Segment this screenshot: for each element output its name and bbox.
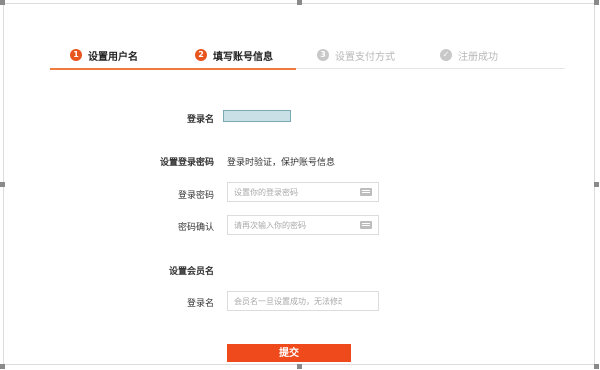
confirm-password-input[interactable] [228, 216, 348, 234]
step-number-badge: 2 [195, 49, 207, 61]
password-section-hint: 登录时验证，保护账号信息 [227, 158, 336, 168]
resize-handle-top-left[interactable] [0, 0, 5, 5]
step-label: 填写账号信息 [213, 51, 273, 63]
member-name-label: 登录名 [186, 299, 214, 309]
member-section-label: 设置会员名 [168, 267, 214, 277]
resize-handle-bottom-left[interactable] [0, 364, 5, 369]
step-set-payment: 3 设置支付方式 [317, 44, 395, 66]
resize-handle-top-center[interactable] [297, 0, 302, 5]
confirm-password-label: 密码确认 [177, 223, 214, 233]
password-section-label: 设置登录密码 [159, 158, 214, 168]
step-number-badge: 3 [317, 49, 329, 61]
step-set-username: 1 设置用户名 [70, 44, 138, 66]
confirm-password-field[interactable] [227, 215, 379, 235]
password-field[interactable] [227, 182, 379, 202]
step-registration-success: ✓ 注册成功 [440, 44, 498, 66]
step-label: 注册成功 [458, 51, 498, 63]
step-label: 设置支付方式 [335, 51, 395, 63]
username-value [223, 110, 291, 122]
resize-handle-middle-right[interactable] [594, 182, 599, 187]
resize-handle-middle-left[interactable] [0, 182, 5, 187]
resize-handle-top-right[interactable] [594, 0, 599, 5]
submit-button[interactable]: 提交 [227, 344, 351, 362]
member-name-input[interactable] [228, 292, 348, 310]
step-progress-bar [50, 68, 296, 70]
password-input[interactable] [228, 183, 348, 201]
keyboard-icon[interactable] [360, 221, 372, 229]
registration-steps: 1 设置用户名 2 填写账号信息 3 设置支付方式 ✓ 注册成功 [50, 44, 565, 70]
resize-handle-bottom-center[interactable] [297, 364, 302, 369]
username-label: 登录名 [186, 115, 214, 125]
check-icon: ✓ [440, 49, 452, 61]
password-label: 登录密码 [177, 191, 214, 201]
step-fill-account-info: 2 填写账号信息 [195, 44, 273, 66]
resize-handle-bottom-right[interactable] [594, 364, 599, 369]
step-label: 设置用户名 [88, 51, 138, 63]
keyboard-icon[interactable] [360, 188, 372, 196]
member-name-field[interactable] [227, 291, 379, 311]
step-number-badge: 1 [70, 49, 82, 61]
